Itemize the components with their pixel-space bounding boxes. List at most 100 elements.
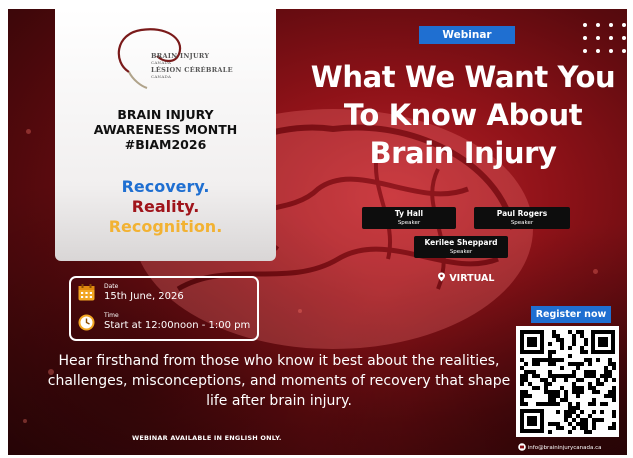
qr-module: [584, 374, 588, 378]
qr-module: [528, 370, 532, 374]
qr-module: [552, 330, 556, 334]
qr-module: [528, 382, 532, 386]
title-line3: Brain Injury: [369, 136, 557, 170]
qr-module: [548, 354, 552, 358]
qr-module: [552, 358, 556, 362]
logo-text-fr: LÉSION CÉRÉBRALE: [151, 66, 233, 74]
qr-module: [608, 358, 612, 362]
qr-module: [576, 386, 580, 390]
panel-hashtag: #BIAM2026: [124, 137, 207, 152]
contact-email[interactable]: info@braininjurycanada.ca: [518, 443, 602, 451]
qr-module: [556, 426, 560, 430]
qr-module: [532, 358, 536, 362]
qr-module: [612, 366, 616, 370]
qr-module: [548, 430, 552, 434]
qr-module: [580, 390, 584, 394]
qr-module: [548, 394, 552, 398]
qr-module: [568, 422, 572, 426]
qr-module: [584, 418, 588, 422]
qr-module: [544, 382, 548, 386]
qr-module: [612, 390, 616, 394]
qr-module: [588, 362, 592, 366]
qr-module: [604, 394, 608, 398]
qr-module: [532, 386, 536, 390]
qr-module: [552, 398, 556, 402]
qr-module: [580, 386, 584, 390]
qr-module: [552, 402, 556, 406]
qr-module: [592, 410, 596, 414]
qr-module: [592, 426, 596, 430]
qr-module: [520, 374, 524, 378]
logo-text-en-country: CANADA: [151, 60, 172, 65]
qr-module: [556, 334, 560, 338]
qr-module: [556, 394, 560, 398]
qr-module: [560, 346, 564, 350]
qr-module: [588, 402, 592, 406]
qr-module: [580, 330, 584, 334]
qr-module: [548, 398, 552, 402]
qr-module: [532, 362, 536, 366]
qr-module: [568, 406, 572, 410]
register-now-button[interactable]: Register now: [531, 306, 611, 323]
qr-module: [584, 342, 588, 346]
registration-qr-code[interactable]: [516, 326, 619, 437]
qr-module: [548, 350, 552, 354]
qr-module: [552, 374, 556, 378]
tagline-recovery: Recovery.: [121, 177, 210, 196]
title-line1: What We Want You: [310, 60, 616, 94]
date-value: 15th June, 2026: [104, 291, 184, 302]
qr-module: [572, 386, 576, 390]
qr-module: [612, 410, 616, 414]
time-value: Start at 12:00noon - 1:00 pm: [104, 320, 251, 331]
qr-module: [556, 410, 560, 414]
qr-module: [580, 350, 584, 354]
qr-module: [564, 414, 568, 418]
qr-module: [612, 394, 616, 398]
qr-module: [604, 366, 608, 370]
logo-text-en: BRAIN INJURY: [151, 52, 210, 60]
qr-module: [604, 378, 608, 382]
qr-module: [576, 394, 580, 398]
qr-module: [580, 334, 584, 338]
qr-module: [592, 370, 596, 374]
qr-module: [612, 422, 616, 426]
qr-module: [524, 362, 528, 366]
logo-text-fr-country: CANADA: [151, 74, 172, 79]
speaker-name: Kerilee Sheppard: [424, 238, 498, 247]
qr-module: [548, 358, 552, 362]
qr-module: [520, 366, 524, 370]
qr-module: [596, 378, 600, 382]
qr-module: [544, 390, 548, 394]
qr-module: [576, 422, 580, 426]
qr-module: [552, 378, 556, 382]
qr-module: [524, 370, 528, 374]
qr-module: [524, 374, 528, 378]
qr-module: [560, 366, 564, 370]
qr-module: [544, 378, 548, 382]
event-description: Hear firsthand from those who know it be…: [47, 353, 511, 409]
qr-module: [548, 422, 552, 426]
qr-module: [564, 410, 568, 414]
qr-module: [564, 394, 568, 398]
qr-module: [580, 378, 584, 382]
qr-module: [588, 370, 592, 374]
qr-module: [604, 374, 608, 378]
qr-module: [556, 422, 560, 426]
qr-module: [520, 398, 524, 402]
qr-module: [552, 334, 556, 338]
qr-module: [568, 414, 572, 418]
qr-module: [552, 422, 556, 426]
panel-heading-line2: AWARENESS MONTH: [93, 122, 238, 137]
qr-module: [548, 390, 552, 394]
qr-module: [580, 422, 584, 426]
qr-module: [532, 374, 536, 378]
qr-module: [592, 398, 596, 402]
qr-module: [604, 370, 608, 374]
qr-module: [588, 382, 592, 386]
webinar-badge: Webinar: [419, 26, 515, 44]
panel-heading-line1: BRAIN INJURY: [117, 107, 214, 122]
qr-module: [568, 330, 572, 334]
qr-module: [520, 358, 524, 362]
calendar-icon: [78, 284, 95, 301]
qr-module: [540, 402, 544, 406]
